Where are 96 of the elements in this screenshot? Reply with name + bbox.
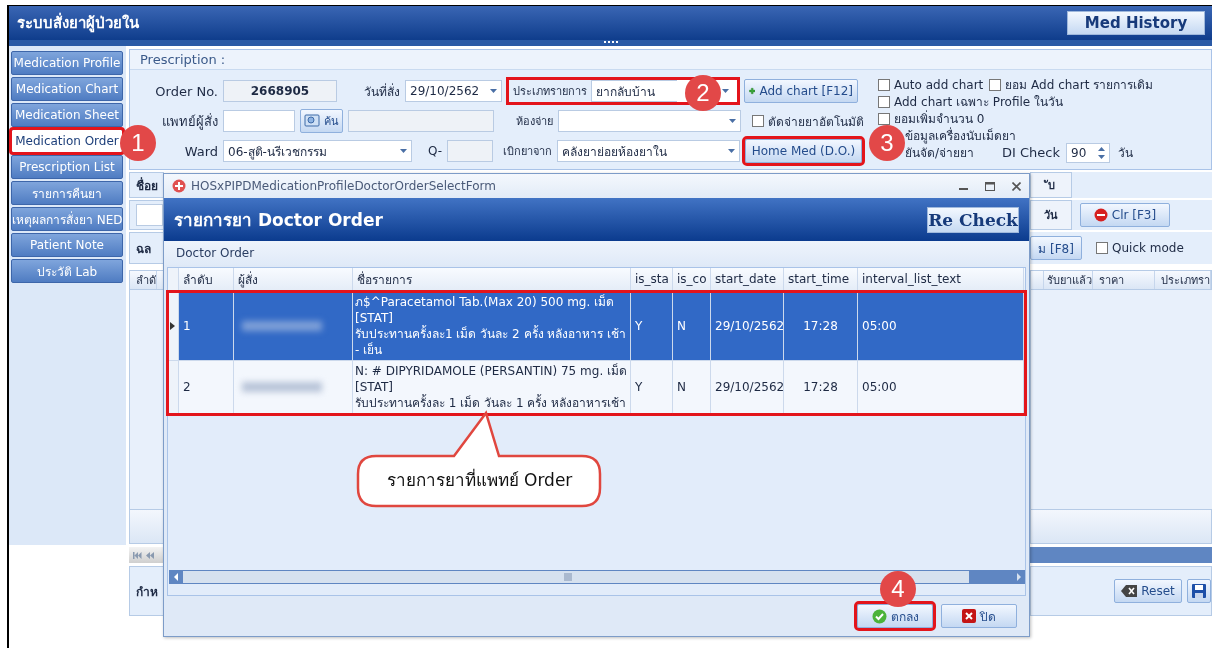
ok-button[interactable]: ตกลง	[857, 604, 933, 628]
field-label: ห้องจ่าย	[515, 114, 553, 130]
home-med-button[interactable]: Home Med (D.O.)	[745, 139, 862, 163]
field-label: ประเภทรายการ	[513, 84, 587, 100]
first-page-icon[interactable]	[133, 551, 142, 559]
field-label: ับ	[1030, 172, 1072, 198]
dropdown-caret-icon	[490, 89, 497, 93]
column-header[interactable]: interval_list_text	[858, 268, 1024, 291]
dropdown-caret-icon	[400, 149, 407, 153]
checkbox-label: ยอมเพิ่มจำนวน 0	[894, 109, 985, 127]
column-header[interactable]: start_date	[711, 268, 784, 291]
search-icon	[304, 114, 320, 128]
add-chart-button[interactable]: Add chart [F12]	[744, 79, 858, 103]
field-label: เบิกยาจาก	[502, 144, 552, 160]
field-label: วันที่สั่ง	[363, 82, 400, 101]
field-label: Order No.	[154, 83, 218, 99]
checkbox-label: Auto add chart	[894, 77, 984, 92]
field-label: ชื่อย	[136, 176, 158, 195]
checkbox-label: ข้อมูลเครื่องนับเม็ดยา	[905, 126, 1016, 145]
dialog-heading: รายการยา Doctor Order	[174, 209, 383, 232]
table-row[interactable]: 1 ภ$^Paracetamol Tab.(Max 20) 500 mg. เม็ด [STAT] รับประทานครั้งละ1 เม็ด วันละ 2 ครั้ง หลังอาหาร เช้า - เย็น Y N 29/10/2562 17:28 05:00	[168, 292, 1025, 361]
field-label: แพทย์ผู้สั่ง	[161, 112, 218, 132]
dropdown-caret-icon	[728, 149, 735, 153]
sidebar-item[interactable]: Medication Order	[11, 129, 123, 153]
column-header[interactable]: ลำดั	[130, 271, 157, 289]
item-type-dropdown[interactable]: ยากลับบ้าน	[591, 80, 677, 102]
column-header[interactable]: ชื่อรายการ	[353, 268, 631, 291]
table-cell: Y	[631, 361, 673, 414]
checkbox[interactable]	[989, 78, 1002, 91]
close-icon	[962, 609, 976, 623]
reset-button[interactable]: Reset	[1114, 579, 1182, 603]
callout-text: รายการยาที่แพทย์ Order	[385, 467, 574, 492]
checkbox[interactable]	[752, 115, 764, 127]
table-row[interactable]: 2 N: # DIPYRIDAMOLE (PERSANTIN) 75 mg. เม็ด [STAT] รับประทานครั้งละ 1 เม็ด วันละ 1 ครั้ง หลังอาหารเช้า Y N 29/10/2562 17:28 05:00	[168, 361, 1025, 414]
column-header[interactable]: is_co	[673, 268, 711, 291]
app-logo-icon	[172, 179, 186, 193]
history-button[interactable]: Med History	[1067, 11, 1205, 35]
check-icon	[871, 608, 887, 624]
number-spinner[interactable]: 90	[1066, 142, 1110, 163]
maximize-icon[interactable]	[985, 181, 995, 191]
field-label: Q-	[426, 144, 442, 158]
table-cell: 2	[179, 361, 234, 414]
unit-label: วัน	[1118, 145, 1133, 162]
dropdown-caret-icon	[729, 119, 736, 123]
row-indicator-cell	[168, 361, 179, 414]
panel-title: Prescription :	[130, 50, 1211, 70]
minus-circle-icon	[1093, 208, 1108, 222]
dropdown-caret-icon	[722, 89, 729, 93]
window-title: ระบบสั่งยาผู้ป่วยใน	[17, 11, 139, 35]
backspace-icon	[1121, 585, 1138, 597]
close-icon[interactable]	[1012, 181, 1021, 191]
column-header[interactable]: start_time	[784, 268, 858, 291]
search-button[interactable]: ค้น	[300, 109, 343, 133]
group-label: Doctor Order	[176, 246, 255, 260]
field-label: Ward	[183, 143, 218, 159]
checkbox[interactable]	[878, 112, 890, 125]
field-label: กำห	[136, 583, 158, 601]
date-dropdown[interactable]: 29/10/2562	[405, 80, 502, 102]
checkbox-label: ตัดจ่ายยาอัตโนมัติ	[768, 113, 864, 131]
field-label: วัน	[1030, 200, 1072, 230]
column-header[interactable]: is_sta	[631, 268, 673, 291]
stock-dropdown[interactable]: คลังยาย่อยห้องยาใน	[557, 140, 740, 162]
previous-page-icon[interactable]	[146, 551, 154, 559]
column-header[interactable]: ประเภทรา	[1155, 271, 1211, 289]
queue-field	[447, 140, 493, 162]
save-button[interactable]	[1187, 579, 1211, 603]
column-header[interactable]: ราคา	[1092, 271, 1155, 289]
checkbox[interactable]	[878, 95, 890, 108]
spin-arrows-icon	[1098, 146, 1105, 159]
ward-dropdown[interactable]: 06-สูติ-นรีเวชกรรม	[223, 140, 412, 162]
table-cell: N	[673, 361, 711, 414]
order-number-field[interactable]: 2668905	[223, 80, 337, 102]
row-pointer-icon	[170, 322, 175, 330]
checkbox-label: ยอม Add chart รายการเดิม	[1005, 77, 1154, 94]
recheck-button[interactable]: Re Check	[927, 206, 1019, 233]
checkbox-label: Add chart เฉพาะ Profile ในวัน	[894, 94, 1063, 110]
f8-button[interactable]: ม [F8]	[1030, 236, 1082, 260]
checkbox[interactable]	[1096, 242, 1108, 254]
column-header[interactable]: ผู้สั่ง	[234, 268, 353, 291]
checkbox-label: ยันจัด/จ่ายยา	[905, 145, 975, 162]
table-cell: 29/10/2562	[711, 361, 784, 414]
column-header[interactable]: ลำดับ	[179, 268, 234, 291]
clear-button[interactable]: Clr [F3]	[1080, 203, 1170, 227]
field-label: DI Check	[1002, 145, 1060, 160]
panel-background	[129, 509, 164, 544]
column-header[interactable]: รับยาแล้ว	[1043, 271, 1093, 289]
checkbox[interactable]	[878, 78, 890, 91]
checkbox-label: Quick mode	[1112, 241, 1184, 255]
field-label: ฉล	[136, 240, 151, 258]
table-cell: 05:00	[858, 361, 1024, 414]
table-cell: 17:28	[784, 361, 858, 414]
close-button[interactable]: ปิด	[941, 604, 1017, 628]
dialog-title: HOSxPIPDMedicationProfileDoctorOrderSelectForm	[191, 179, 496, 193]
input-field[interactable]	[136, 204, 163, 226]
doctor-input[interactable]	[223, 110, 295, 132]
grip-icon	[603, 40, 618, 43]
